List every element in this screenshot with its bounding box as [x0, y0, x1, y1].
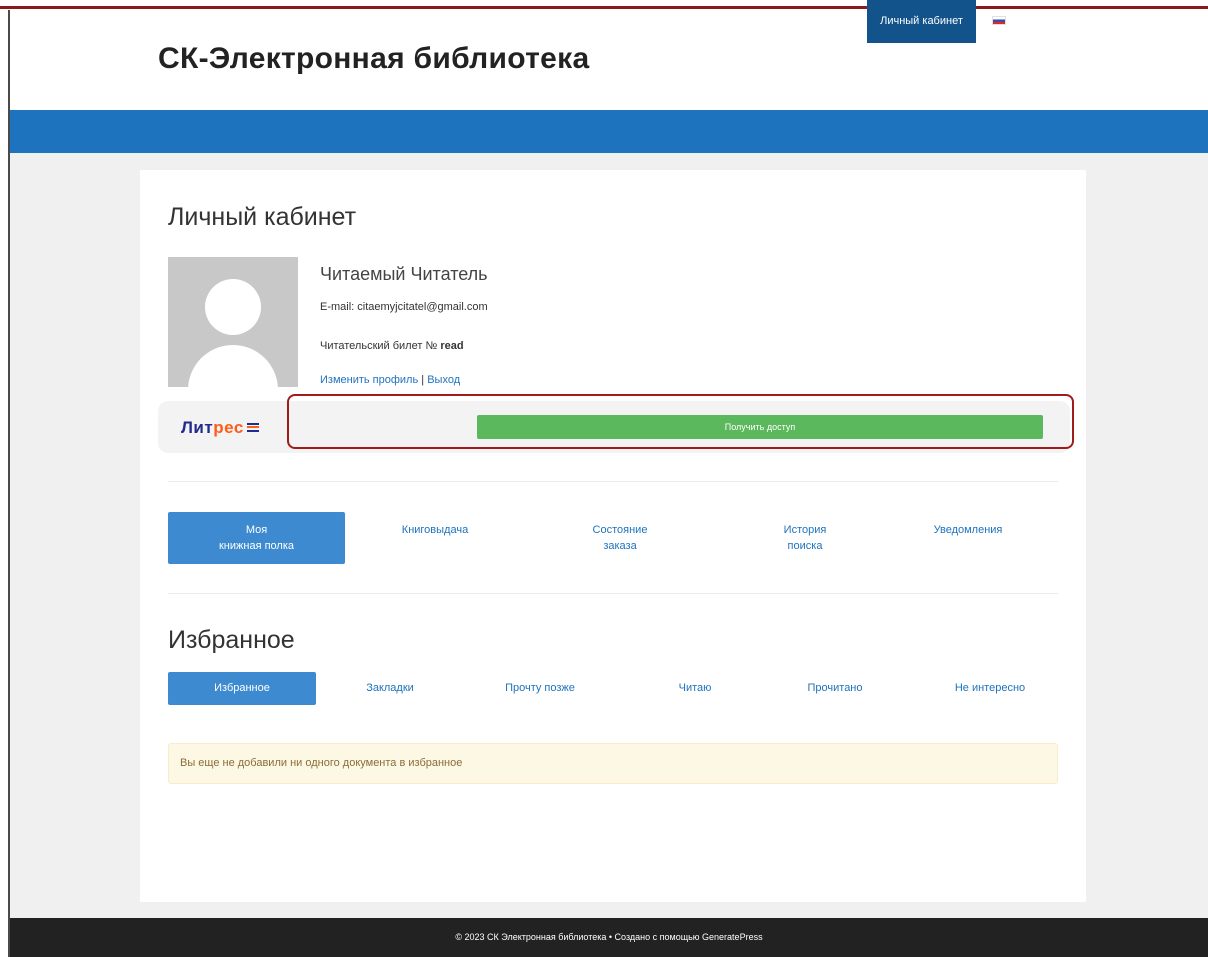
russia-flag-icon	[992, 15, 1006, 25]
tab-book-issue[interactable]: Книговыдача	[355, 512, 515, 564]
litres-bars-icon	[246, 421, 259, 433]
logout-link[interactable]: Выход	[427, 374, 460, 386]
favorites-section-title: Избранное	[168, 626, 295, 654]
edit-profile-link[interactable]: Изменить профиль	[320, 374, 418, 386]
litres-logo-part1: Лит	[181, 418, 214, 437]
divider	[168, 481, 1058, 482]
chevron-down-icon: ⌄	[425, 16, 433, 26]
chevron-down-icon: ⌄	[530, 16, 539, 26]
tab-search-history[interactable]: История поиска	[715, 512, 895, 564]
nav-item-label: «НЭБ Свет»	[462, 15, 525, 27]
nav-item-label: Русский	[1011, 15, 1052, 27]
tab-read-later[interactable]: Прочту позже	[475, 672, 605, 705]
get-access-button[interactable]: Получить доступ	[477, 415, 1043, 439]
nav-item-label: Технологические карты	[733, 15, 853, 27]
tab-label-line2: поиска	[787, 540, 823, 552]
nav-item-label: Личный кабинет	[880, 15, 963, 27]
links-separator: |	[421, 374, 425, 386]
chevron-down-icon: ⌄	[1057, 16, 1066, 26]
nav-item-language[interactable]: Русский ⌄	[992, 0, 1065, 43]
divider	[168, 593, 1058, 594]
avatar-head-shape	[205, 279, 261, 335]
tab-read[interactable]: Прочитано	[770, 672, 900, 705]
nav-item-methods[interactable]: Методические решения ⌄	[566, 0, 701, 43]
user-name: Читаемый Читатель	[320, 264, 488, 284]
tab-label-line1: История	[783, 524, 827, 536]
nav-item-tech-maps[interactable]: Технологические карты	[733, 0, 853, 43]
tab-bookmarks[interactable]: Закладки	[325, 672, 455, 705]
nav-item-catalog[interactable]: Электронный каталог ⌄	[309, 0, 433, 43]
main-navbar	[10, 110, 1208, 153]
tab-label-line1: Состояние	[592, 524, 648, 536]
tab-reading[interactable]: Читаю	[630, 672, 760, 705]
tab-label-line1: Моя	[245, 524, 268, 536]
tab-label-line1: Книговыдача	[401, 524, 469, 536]
litres-logo: Литрес	[181, 418, 259, 438]
tab-not-interesting[interactable]: Не интересно	[920, 672, 1060, 705]
nav-item-neb-svet[interactable]: «НЭБ Свет» ⌄	[462, 0, 538, 43]
tab-order-status[interactable]: Состояние заказа	[530, 512, 710, 564]
nav-item-label: Электронная библиотека	[149, 15, 278, 27]
tab-notifications[interactable]: Уведомления	[878, 512, 1058, 564]
chevron-down-icon: ⌄	[693, 16, 701, 26]
reader-card: Читательский билет № read	[320, 340, 464, 352]
nav-item-electronic-library[interactable]: Электронная библиотека	[149, 0, 277, 43]
nav-item-label: Методические решения	[566, 15, 688, 27]
tab-favorites[interactable]: Избранное	[168, 672, 316, 705]
empty-favorites-notice: Вы еще не добавили ни одного документа в…	[168, 743, 1058, 784]
tab-label-line1: Уведомления	[933, 524, 1003, 536]
profile-links: Изменить профиль | Выход	[320, 374, 460, 386]
nav-item-label: Электронный каталог	[309, 15, 420, 27]
avatar	[168, 257, 298, 387]
nav-item-personal-account[interactable]: Личный кабинет	[867, 0, 976, 43]
footer-text: © 2023 СК Электронная библиотека • Созда…	[455, 932, 763, 942]
tab-bookshelf[interactable]: Моя книжная полка	[168, 512, 345, 564]
tab-label-line2: заказа	[603, 540, 637, 552]
user-email: E-mail: citaemyjcitatel@gmail.com	[320, 301, 488, 313]
reader-card-number: read	[440, 340, 464, 352]
litres-logo-part2: рес	[213, 418, 244, 437]
tab-label-line2: книжная полка	[218, 540, 295, 552]
page-title: Личный кабинет	[168, 203, 357, 231]
site-footer: © 2023 СК Электронная библиотека • Созда…	[10, 918, 1208, 957]
site-title[interactable]: СК-Электронная библиотека	[158, 42, 589, 76]
reader-card-label: Читательский билет №	[320, 340, 438, 352]
avatar-body-shape	[188, 345, 278, 387]
